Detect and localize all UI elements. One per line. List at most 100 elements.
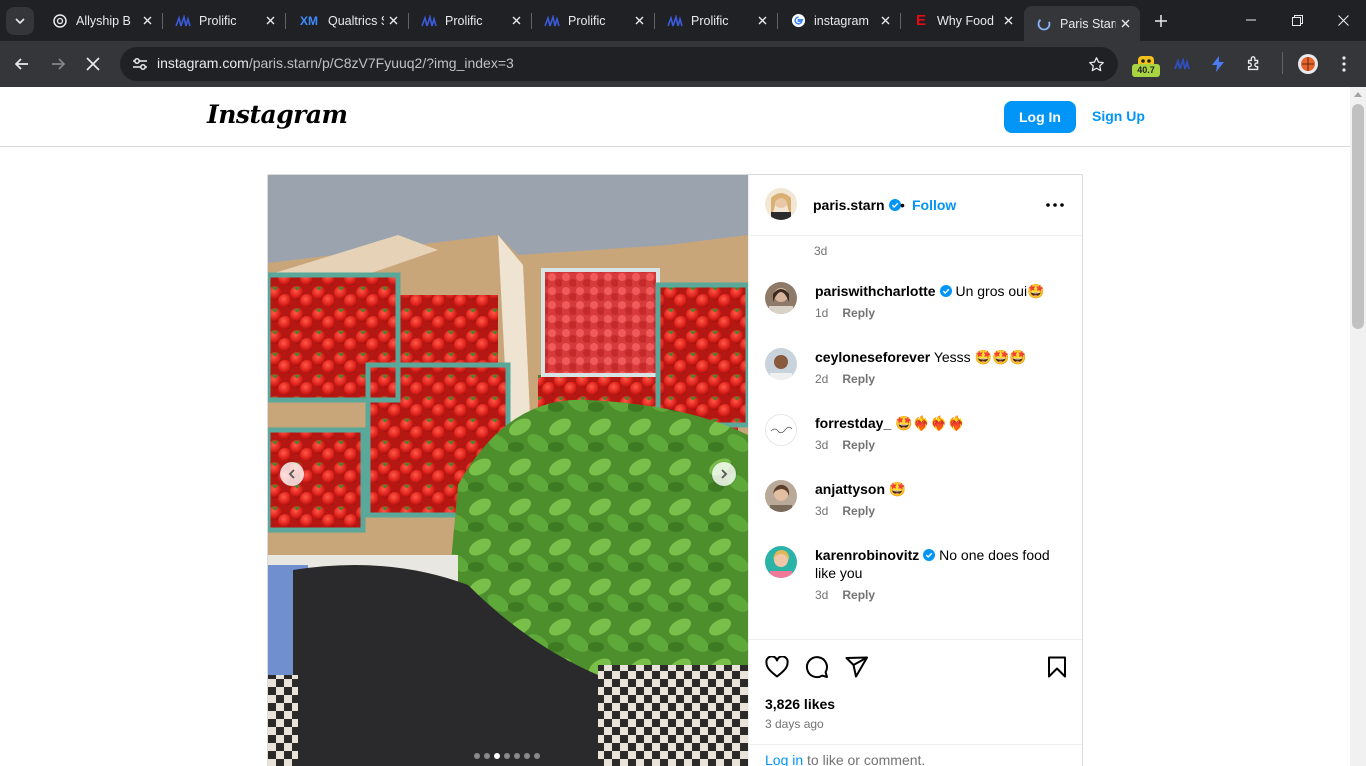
close-tab-icon[interactable]: [261, 12, 279, 30]
save-button[interactable]: [1044, 654, 1070, 680]
url-host: instagram.com: [157, 55, 249, 71]
commenter-avatar[interactable]: [765, 348, 797, 380]
reply-button[interactable]: Reply: [842, 306, 875, 320]
extension-prolific-button[interactable]: [1169, 51, 1195, 77]
commenter-avatar[interactable]: [765, 480, 797, 512]
commenter-avatar[interactable]: [765, 282, 797, 314]
comment-bubble-icon: [805, 656, 828, 679]
post-media: [268, 175, 748, 766]
e-icon: E: [915, 12, 926, 29]
stop-loading-button[interactable]: [79, 50, 107, 78]
close-tab-icon[interactable]: [753, 12, 771, 30]
close-tab-icon[interactable]: [876, 12, 894, 30]
minimize-button[interactable]: [1228, 6, 1274, 34]
browser-tab[interactable]: Allyship B: [40, 5, 163, 36]
toolbar-divider: [1282, 52, 1283, 74]
like-count[interactable]: 3,826 likes: [765, 696, 835, 712]
close-window-button[interactable]: [1320, 6, 1366, 34]
extensions-menu-button[interactable]: [1241, 51, 1267, 77]
comment-username[interactable]: karenrobinovitz: [815, 547, 919, 563]
browser-tab[interactable]: Prolific: [532, 5, 655, 36]
browser-tab-strip: Allyship B Prolific XM Qualtrics S Proli…: [0, 0, 1366, 41]
instagram-logo[interactable]: Instagram: [207, 100, 348, 129]
carousel-dot: [514, 753, 520, 759]
close-tab-icon[interactable]: [1116, 15, 1134, 33]
carousel-dot-active: [494, 753, 500, 759]
comment-username[interactable]: anjattyson: [815, 481, 885, 497]
comments-list[interactable]: 3d pariswithcharlotte Un gros oui🤩 1d Rep…: [749, 236, 1082, 639]
chrome-menu-button[interactable]: [1331, 51, 1357, 77]
comment-button[interactable]: [804, 654, 830, 680]
profile-button[interactable]: [1295, 51, 1321, 77]
url-text[interactable]: instagram.com/paris.starn/p/C8zV7Fyuuq2/…: [157, 55, 514, 71]
scroll-thumb[interactable]: [1352, 104, 1364, 329]
comment-body: forrestday_ 🤩❤️‍🔥❤️‍🔥❤️‍🔥: [815, 414, 1055, 432]
tab-title: Paris Starn: [1060, 16, 1116, 31]
owner-avatar[interactable]: [765, 188, 797, 220]
browser-tab[interactable]: Prolific: [163, 5, 286, 36]
close-tab-icon[interactable]: [138, 12, 156, 30]
site-info-button[interactable]: [128, 52, 152, 76]
paper-plane-icon: [845, 656, 868, 678]
comment-meta: 2d Reply: [815, 372, 875, 386]
comment-time: 3d: [815, 588, 829, 602]
reply-button[interactable]: Reply: [842, 438, 875, 452]
scroll-up-arrow-icon[interactable]: [1354, 92, 1362, 97]
heart-icon: [765, 656, 789, 678]
browser-tab[interactable]: Prolific: [655, 5, 778, 36]
tab-search-button[interactable]: [6, 7, 34, 35]
carousel-dot: [504, 753, 510, 759]
browser-tab[interactable]: instagram: [778, 5, 901, 36]
close-tab-icon[interactable]: [630, 12, 648, 30]
close-tab-icon[interactable]: [384, 12, 402, 30]
comment-meta: 3d Reply: [815, 504, 875, 518]
prolific-icon: [667, 13, 683, 29]
arrow-left-icon: [14, 58, 28, 70]
reply-button[interactable]: Reply: [842, 504, 875, 518]
login-button[interactable]: Log In: [1004, 101, 1076, 133]
tab-title: Prolific: [568, 13, 606, 28]
extension-lightning-button[interactable]: [1205, 51, 1231, 77]
comment-username[interactable]: ceyloneseforever: [815, 349, 930, 365]
browser-tab[interactable]: XM Qualtrics S: [286, 5, 409, 36]
follow-button[interactable]: Follow: [912, 197, 956, 213]
comment-username[interactable]: pariswithcharlotte: [815, 283, 936, 299]
google-icon: [790, 13, 806, 29]
browser-tab[interactable]: Prolific: [409, 5, 532, 36]
share-button[interactable]: [844, 654, 870, 680]
kebab-menu-icon: [1342, 56, 1346, 72]
reply-button[interactable]: Reply: [842, 372, 875, 386]
carousel-prev-button[interactable]: [280, 462, 304, 486]
browser-tab[interactable]: E Why Food: [901, 5, 1023, 36]
carousel-dot: [524, 753, 530, 759]
minimize-icon: [1246, 19, 1256, 21]
signup-link[interactable]: Sign Up: [1092, 108, 1145, 124]
post-actions: 3,826 likes 3 days ago Log in to like or…: [749, 639, 1082, 766]
restore-button[interactable]: [1274, 6, 1320, 34]
new-tab-button[interactable]: [1150, 10, 1172, 32]
bookmark-star-button[interactable]: [1084, 52, 1108, 76]
close-tab-icon[interactable]: [507, 12, 525, 30]
browser-tab-active[interactable]: Paris Starn: [1024, 6, 1140, 41]
commenter-avatar[interactable]: [765, 414, 797, 446]
back-button[interactable]: [8, 50, 36, 78]
puzzle-icon: [1247, 56, 1259, 71]
tab-title: Allyship B: [76, 13, 131, 28]
forward-button[interactable]: [44, 50, 72, 78]
comment-text: Un gros oui🤩: [955, 283, 1045, 299]
like-button[interactable]: [764, 654, 790, 680]
page-scrollbar[interactable]: [1350, 87, 1366, 766]
login-prompt-text: to like or comment.: [803, 752, 926, 766]
comment-username[interactable]: forrestday_: [815, 415, 891, 431]
close-tab-icon[interactable]: [999, 12, 1017, 30]
post-options-button[interactable]: [1043, 195, 1067, 215]
carousel-next-button[interactable]: [712, 462, 736, 486]
comment-text: Yesss 🤩🤩🤩: [933, 349, 1027, 365]
reply-button[interactable]: Reply: [842, 588, 875, 602]
address-bar[interactable]: instagram.com/paris.starn/p/C8zV7Fyuuq2/…: [120, 47, 1118, 81]
chevron-down-icon: [15, 18, 25, 25]
commenter-avatar[interactable]: [765, 546, 797, 578]
owner-username[interactable]: paris.starn: [813, 197, 901, 213]
arrow-right-icon: [52, 58, 66, 70]
login-link[interactable]: Log in: [765, 752, 803, 766]
